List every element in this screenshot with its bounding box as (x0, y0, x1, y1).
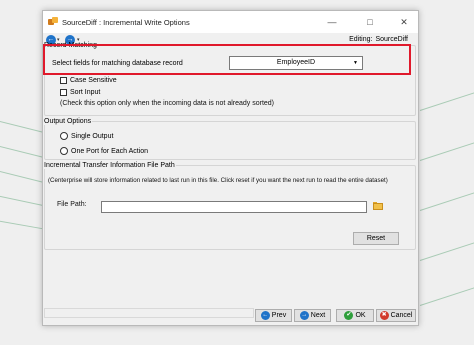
ok-label: OK (355, 312, 366, 319)
sort-input-label: Sort Input (70, 89, 101, 96)
close-button[interactable]: ✕ (390, 14, 418, 30)
horizontal-scrollbar[interactable] (44, 308, 254, 318)
matching-field-value: EmployeeID (276, 59, 316, 66)
one-port-radio[interactable]: One Port for Each Action (60, 147, 148, 155)
reset-button[interactable]: Reset (353, 232, 399, 245)
prev-button[interactable]: ← Prev (255, 309, 292, 322)
single-output-label: Single Output (71, 132, 114, 140)
cancel-icon: ✖ (379, 311, 389, 320)
reset-label: Reset (366, 235, 386, 242)
background-line (419, 286, 474, 306)
ok-button[interactable]: ✔ OK (336, 309, 374, 322)
background-line (419, 191, 474, 211)
folder-icon[interactable] (373, 202, 383, 210)
dropdown-caret-icon: ▼ (353, 60, 358, 66)
background-line (419, 141, 474, 161)
next-label: Next (310, 312, 326, 319)
matching-field-select[interactable]: EmployeeID ▼ (229, 56, 363, 70)
window-title: SourceDiff : Incremental Write Options (62, 18, 190, 27)
file-path-label: File Path: (57, 201, 87, 208)
background-line (0, 195, 46, 207)
background-line (419, 91, 474, 111)
maximize-button[interactable]: □ (356, 14, 384, 30)
app-icon (48, 17, 58, 27)
radio-circle[interactable] (60, 147, 68, 155)
background-line (419, 241, 474, 261)
case-sensitive-label: Case Sensitive (70, 77, 117, 84)
next-icon: → (299, 311, 309, 320)
radio-circle[interactable] (60, 132, 68, 140)
incremental-legend: Incremental Transfer Information File Pa… (44, 162, 175, 169)
single-output-radio[interactable]: Single Output (60, 132, 113, 140)
prev-label: Prev (271, 312, 287, 319)
select-fields-label: Select fields for matching database reco… (52, 60, 183, 67)
case-sensitive-checkbox[interactable]: Case Sensitive (60, 77, 117, 84)
background-line (0, 145, 45, 159)
background-line (0, 220, 46, 230)
sort-note: (Check this option only when the incomin… (60, 100, 275, 107)
output-options-legend: Output Options (44, 118, 92, 125)
minimize-button[interactable]: — (318, 14, 346, 30)
incremental-note: (Centerprise will store information rela… (48, 177, 388, 184)
checkbox-box[interactable] (60, 89, 67, 96)
cancel-button[interactable]: ✖ Cancel (376, 309, 416, 322)
next-button[interactable]: → Next (294, 309, 331, 322)
prev-icon: ← (260, 311, 270, 320)
checkbox-box[interactable] (60, 77, 67, 84)
background-line (0, 170, 45, 184)
sort-input-checkbox[interactable]: Sort Input (60, 89, 100, 96)
one-port-label: One Port for Each Action (71, 147, 149, 155)
title-bar: SourceDiff : Incremental Write Options —… (43, 11, 418, 33)
background-line (0, 120, 45, 134)
file-path-input[interactable] (101, 201, 367, 213)
cancel-label: Cancel (390, 312, 413, 319)
ok-icon: ✔ (344, 311, 354, 320)
